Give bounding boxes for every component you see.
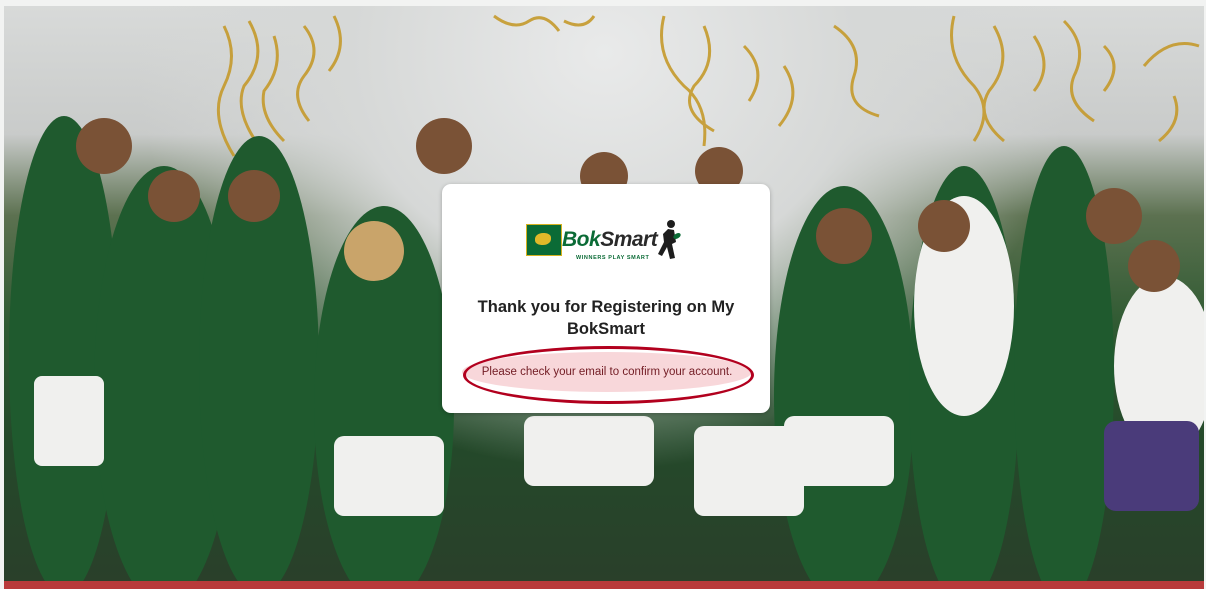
page-title: Thank you for Registering on My BokSmart: [477, 298, 735, 338]
confirm-email-alert: Please check your email to confirm your …: [462, 352, 752, 392]
logo-tagline: WINNERS PLAY SMART: [576, 255, 650, 261]
registration-confirmation-card: BokSmart WINNERS PLAY SMART Thank you fo…: [442, 184, 770, 413]
springbok-emblem-icon: [526, 224, 562, 256]
rugby-player-icon: [658, 220, 681, 259]
logo-wordmark: BokSmart: [562, 228, 658, 251]
boksmart-logo: BokSmart WINNERS PLAY SMART: [526, 220, 686, 274]
